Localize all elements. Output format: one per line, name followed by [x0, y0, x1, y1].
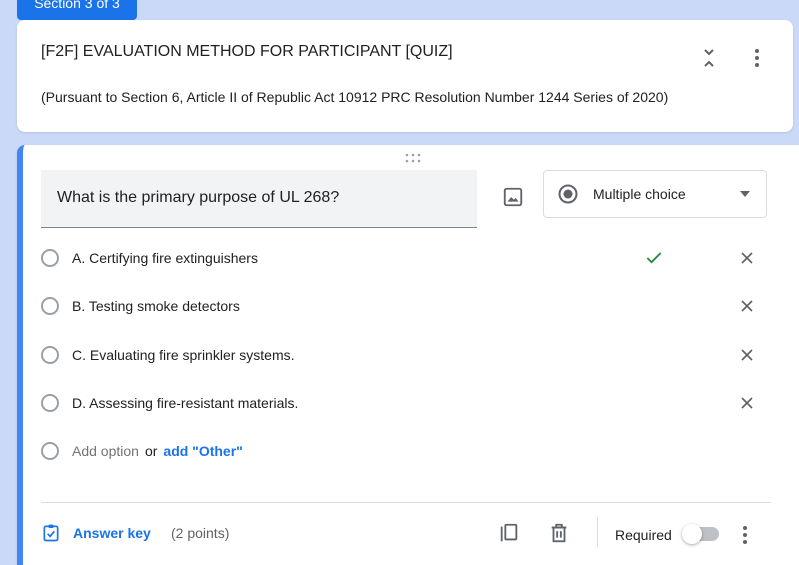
required-label: Required [615, 527, 672, 543]
option-label[interactable]: A. Certifying fire extinguishers [72, 250, 258, 266]
question-title-input[interactable]: What is the primary purpose of UL 268? [41, 170, 477, 228]
add-option-row: Add option or add "Other" [41, 438, 781, 468]
add-option-button[interactable]: Add option [72, 443, 139, 459]
option-radio [41, 394, 59, 412]
radio-checked-icon [558, 184, 578, 204]
add-image-button[interactable] [501, 185, 525, 209]
required-toggle[interactable] [682, 524, 721, 544]
correct-answer-check-icon [646, 252, 662, 264]
option-row-d[interactable]: D. Assessing fire-resistant materials. [41, 390, 781, 420]
drag-handle-icon[interactable] [404, 153, 422, 163]
option-label[interactable]: B. Testing smoke detectors [72, 298, 240, 314]
section-header-card[interactable]: [F2F] EVALUATION METHOD FOR PARTICIPANT … [17, 20, 793, 132]
remove-option-icon[interactable] [737, 248, 757, 268]
option-label[interactable]: C. Evaluating fire sprinkler systems. [72, 347, 295, 363]
option-radio [41, 442, 59, 460]
remove-option-icon[interactable] [737, 296, 757, 316]
dropdown-arrow-icon [740, 191, 750, 197]
image-icon [503, 187, 523, 207]
question-card[interactable]: What is the primary purpose of UL 268? M… [17, 145, 799, 565]
toggle-thumb [682, 524, 702, 544]
duplicate-button[interactable] [497, 521, 521, 545]
delete-button[interactable] [547, 521, 571, 545]
add-option-line: Add option or add "Other" [72, 443, 243, 459]
trash-icon [551, 523, 567, 543]
remove-option-icon[interactable] [737, 393, 757, 413]
question-text: What is the primary purpose of UL 268? [57, 189, 340, 206]
option-row-a[interactable]: A. Certifying fire extinguishers [41, 245, 781, 275]
question-type-label: Multiple choice [593, 186, 686, 202]
option-row-c[interactable]: C. Evaluating fire sprinkler systems. [41, 342, 781, 372]
question-more-button[interactable] [733, 523, 757, 547]
collapse-icon [704, 49, 714, 67]
section-title[interactable]: [F2F] EVALUATION METHOD FOR PARTICIPANT … [41, 43, 453, 61]
section-more-button[interactable] [745, 46, 769, 70]
section-tab: Section 3 of 3 [17, 0, 137, 20]
remove-option-icon[interactable] [737, 345, 757, 365]
more-vert-icon [743, 526, 747, 544]
option-radio [41, 297, 59, 315]
or-text: or [144, 443, 158, 459]
option-label[interactable]: D. Assessing fire-resistant materials. [72, 395, 298, 411]
vertical-divider [597, 517, 598, 547]
collapse-section-button[interactable] [697, 46, 721, 70]
answer-key-icon [43, 524, 59, 542]
more-vert-icon [755, 49, 759, 67]
copy-icon [500, 523, 518, 542]
option-row-b[interactable]: B. Testing smoke detectors [41, 293, 781, 323]
answer-key-label: Answer key [73, 525, 151, 541]
points-text: (2 points) [171, 525, 230, 541]
section-description[interactable]: (Pursuant to Section 6, Article II of Re… [41, 89, 668, 105]
option-radio [41, 346, 59, 364]
option-radio [41, 249, 59, 267]
question-type-select[interactable]: Multiple choice [543, 170, 767, 218]
add-other-link[interactable]: add "Other" [163, 443, 242, 459]
footer-divider [41, 502, 771, 503]
